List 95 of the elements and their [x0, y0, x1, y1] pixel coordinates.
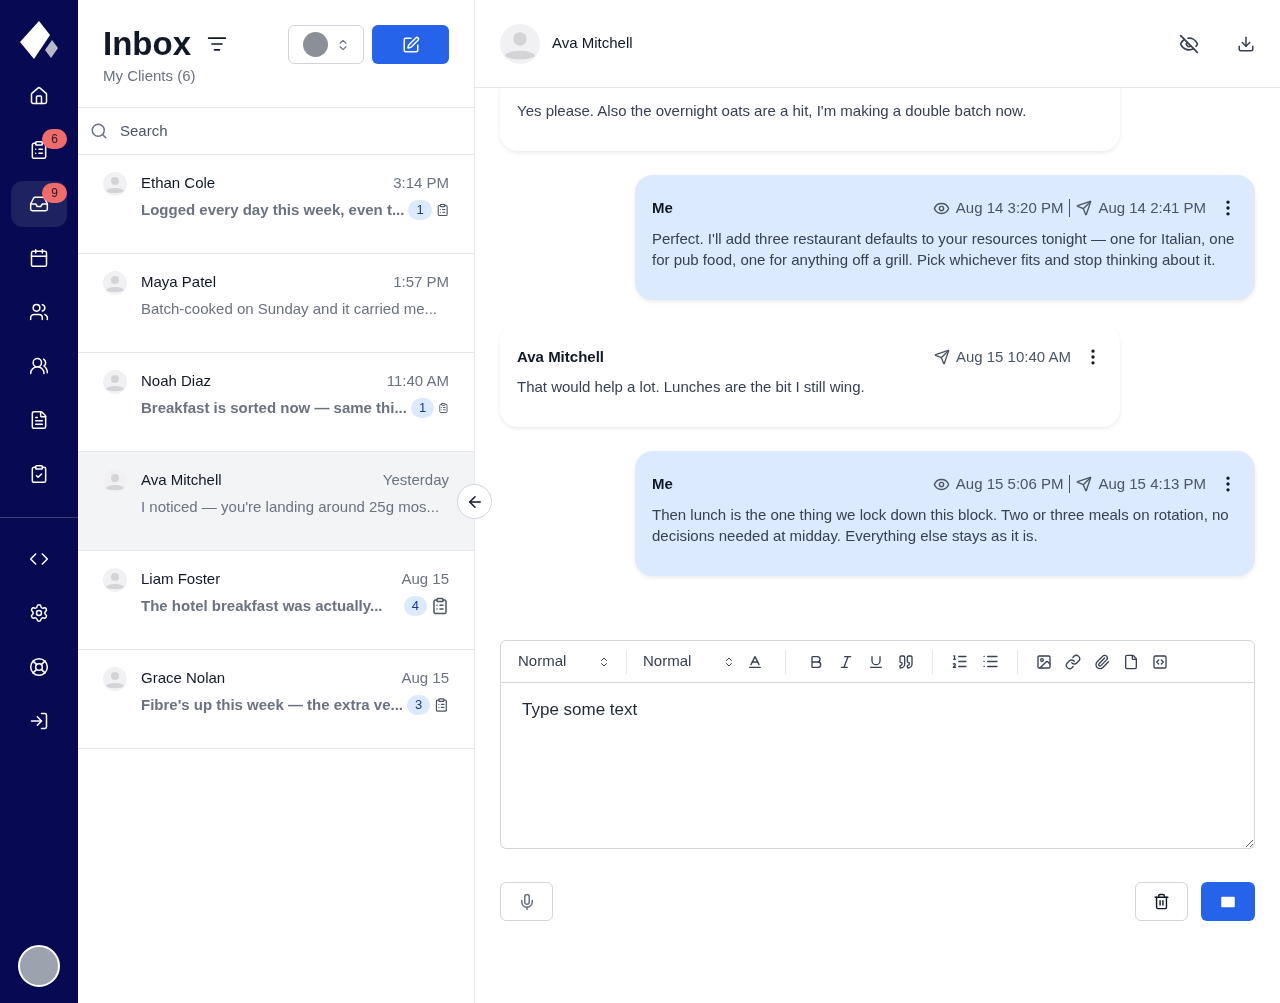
contact-name: Ava Mitchell — [141, 470, 222, 490]
avatar-placeholder — [103, 667, 127, 691]
contact-name: Ava Mitchell — [552, 33, 633, 54]
avatar-placeholder — [103, 370, 127, 394]
microphone-button[interactable] — [500, 882, 553, 921]
chevron-icon — [598, 655, 610, 668]
message-text: Perfect. I'll add three restaurant defaults to your resources tonight — one for Italian, one for pub food, one for anything off a grill. Pick whichever fits and stop thinking about it. — [652, 228, 1236, 270]
size-select[interactable]: Normal — [643, 650, 735, 673]
document-icon — [29, 410, 49, 430]
clipboard-icon[interactable] — [431, 596, 449, 615]
paperclip-icon[interactable] — [1094, 653, 1110, 670]
italic-icon[interactable] — [838, 653, 854, 670]
message-preview: I noticed — you're landing around 25g mos... — [141, 496, 441, 517]
clipboard-icon[interactable] — [434, 695, 449, 714]
message-time: Aug 15 — [401, 668, 449, 688]
lifebuoy-icon — [29, 657, 49, 677]
ordered-list-icon[interactable] — [951, 653, 968, 670]
text-color-icon[interactable] — [747, 653, 763, 670]
nav-button[interactable]: 6 — [11, 127, 67, 173]
message-time: 3:14 PM — [393, 173, 449, 193]
unread-count: 1 — [408, 199, 432, 220]
send-icon — [1076, 476, 1093, 493]
delete-button[interactable] — [1135, 882, 1188, 921]
send-icon — [933, 348, 950, 365]
sent-time: Aug 15 10:40 AM — [955, 346, 1071, 367]
heading-select[interactable]: Normal — [518, 650, 610, 673]
message-preview: Batch-cooked on Sunday and it carried me... — [141, 298, 438, 319]
bullet-list-icon[interactable] — [982, 653, 999, 670]
contact-name: Ethan Cole — [141, 173, 216, 193]
message-preview: Logged every day this week, even t... — [141, 199, 405, 220]
sent-time: Aug 15 4:13 PM — [1098, 474, 1206, 494]
profile-photo-placeholder[interactable] — [18, 945, 60, 987]
trash-icon — [1153, 893, 1170, 910]
message-preview: The hotel breakfast was actually... — [141, 595, 384, 616]
inbox-title: Inbox — [103, 25, 191, 63]
chevron-icon — [723, 655, 735, 668]
nav-button[interactable]: 9 — [11, 181, 67, 227]
bold-icon[interactable] — [808, 653, 824, 670]
client-count: My Clients (6) — [103, 66, 197, 86]
count-badge: 9 — [42, 183, 67, 203]
clipboard-check-icon — [29, 464, 49, 484]
group-icon — [29, 356, 49, 376]
seen-time: Aug 15 5:06 PM — [955, 474, 1064, 494]
message-input[interactable]: Type some text — [500, 683, 1255, 849]
message-time: Aug 15 — [401, 569, 449, 589]
settings-icon — [29, 603, 49, 623]
profile-photo-placeholder — [302, 32, 328, 57]
unread-count: 1 — [410, 397, 435, 418]
send-icon — [1076, 200, 1093, 217]
compose-button[interactable] — [372, 25, 449, 64]
contact-name: Liam Foster — [141, 569, 221, 589]
home-icon — [29, 86, 49, 106]
client-picker[interactable] — [288, 25, 364, 64]
search-icon — [90, 122, 108, 140]
sender-name: Me — [652, 474, 673, 494]
avatar-placeholder — [103, 172, 127, 196]
sent-time: Aug 14 2:41 PM — [1098, 198, 1206, 218]
message-time: 11:40 AM — [386, 371, 449, 391]
quote-icon[interactable] — [898, 653, 914, 670]
message-time: Yesterday — [382, 470, 449, 490]
users-icon — [29, 302, 49, 322]
contact-name: Grace Nolan — [141, 668, 226, 688]
send-button[interactable] — [1201, 882, 1255, 921]
eye-off-icon[interactable] — [1179, 33, 1199, 54]
inbox-icon — [29, 194, 49, 214]
search-field[interactable]: Search — [120, 119, 462, 143]
conversation-item[interactable]: Ava Mitchell Yesterday I noticed — you're landing around 25g mos... — [78, 452, 474, 551]
message-text: That would help a lot. Lunches are the bit I still wing. — [517, 377, 866, 397]
message-preview: Fibre's up this week — the extra ve... — [141, 694, 403, 715]
contact-name: Noah Diaz — [141, 371, 212, 391]
seen-time: Aug 14 3:20 PM — [955, 198, 1064, 218]
message-text: Yes please. Also the overnight oats are a hit, I'm making a double batch now. — [517, 101, 1028, 121]
unread-count: 4 — [403, 595, 427, 616]
avatar-placeholder — [103, 568, 127, 592]
avatar-placeholder — [500, 23, 540, 64]
message-time: 1:57 PM — [393, 272, 449, 292]
message-preview: Breakfast is sorted now — same thi... — [141, 397, 407, 418]
underline-icon[interactable] — [868, 653, 884, 670]
logout-icon — [29, 711, 49, 731]
image-icon[interactable] — [1036, 653, 1052, 670]
code-icon[interactable] — [1152, 653, 1168, 670]
download-icon[interactable] — [1237, 34, 1255, 53]
clipboard-list-icon — [29, 140, 49, 160]
calendar-icon — [29, 248, 49, 268]
count-badge: 6 — [42, 129, 67, 149]
avatar-placeholder — [103, 271, 127, 295]
sender-name: Me — [652, 198, 673, 218]
filter-icon[interactable] — [207, 34, 227, 54]
sender-name: Ava Mitchell — [517, 346, 604, 367]
link-icon[interactable] — [1065, 653, 1081, 670]
file-icon[interactable] — [1123, 653, 1139, 670]
compose-icon — [401, 35, 420, 54]
message-text: Then lunch is the one thing we lock down this block. Two or three meals on rotation, no decisions needed at midday. Everything else stays as it is. — [652, 504, 1230, 546]
contact-name: Maya Patel — [141, 272, 217, 292]
unread-count: 3 — [407, 694, 431, 715]
